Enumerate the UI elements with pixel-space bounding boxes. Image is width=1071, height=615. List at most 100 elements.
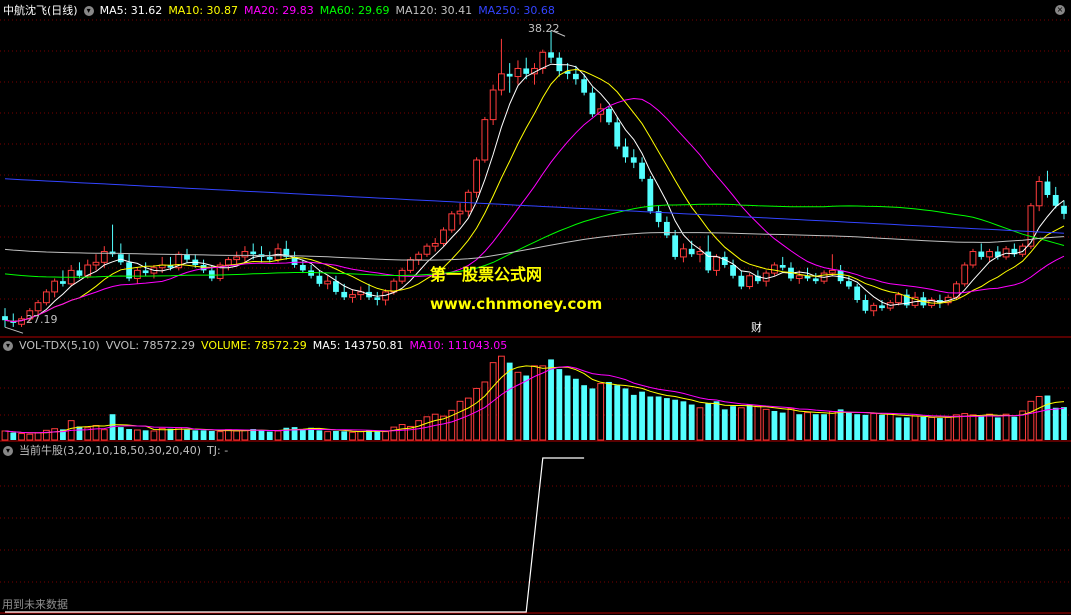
volume-bar xyxy=(928,416,936,441)
indicator-menu-icon[interactable]: ▾ xyxy=(3,446,13,456)
candle xyxy=(978,251,985,257)
volume-bar xyxy=(969,414,977,441)
volume-bar xyxy=(1027,400,1035,441)
vol-indicator-name[interactable]: VOL-TDX(5,10) xyxy=(19,339,100,352)
volume-menu-icon[interactable]: ▾ xyxy=(3,341,13,351)
volume-bar xyxy=(398,424,406,441)
candle xyxy=(241,251,249,258)
volume-bar xyxy=(556,369,563,440)
candle xyxy=(589,92,596,115)
candle xyxy=(854,286,861,300)
volume-bar xyxy=(382,431,389,441)
candle xyxy=(672,235,679,257)
volume-bar xyxy=(1002,413,1010,441)
volume-bar xyxy=(796,414,803,440)
price-panel-header: 中航沈飞(日线) ▾ MA5: 31.62 MA10: 30.87 MA20: 29.8… xyxy=(3,4,561,18)
volume-bar xyxy=(630,394,637,440)
indicator-panel-header: ▾ 当前牛股(3,20,10,18,50,30,20,40) TJ: - xyxy=(3,444,234,458)
volume-bar xyxy=(713,401,720,440)
volume-bar xyxy=(895,417,902,440)
candle xyxy=(1061,205,1067,214)
volume-bar xyxy=(539,365,547,441)
volume-bar xyxy=(961,413,969,441)
candle xyxy=(316,275,323,284)
candle xyxy=(51,280,59,293)
volume-bar xyxy=(886,413,894,441)
volume-bar xyxy=(920,416,927,440)
volume-bar xyxy=(821,414,827,440)
volume-bar xyxy=(1035,395,1043,441)
volume-bar xyxy=(224,429,232,441)
volume-bar xyxy=(804,412,811,441)
panel-menu-icon[interactable]: ▾ xyxy=(83,6,94,16)
stock-name[interactable]: 中航沈飞(日线) xyxy=(3,4,78,17)
candle xyxy=(117,254,124,263)
candle xyxy=(133,269,141,279)
candle xyxy=(514,67,522,78)
candle xyxy=(34,302,42,312)
candle xyxy=(845,281,852,287)
candle xyxy=(233,256,241,261)
ma5-label: MA5: 31.62 xyxy=(99,4,163,17)
volume-bar xyxy=(349,431,356,441)
volume-label: VOLUME: 78572.29 xyxy=(201,339,307,352)
candle xyxy=(349,294,356,298)
cai-marker[interactable]: 财 xyxy=(751,321,762,335)
candle xyxy=(431,242,439,247)
candle xyxy=(250,251,257,255)
volume-bar xyxy=(456,400,464,441)
volume-bar xyxy=(299,429,306,440)
volume-bar xyxy=(216,431,224,441)
candle xyxy=(341,291,348,298)
candle xyxy=(489,89,497,121)
candle xyxy=(1044,181,1051,195)
candle xyxy=(895,294,902,304)
volume-bar xyxy=(548,359,554,440)
vol-ma5-label: MA5: 143750.81 xyxy=(312,339,404,352)
vol-ma10-label: MA10: 111043.05 xyxy=(409,339,508,352)
candle xyxy=(440,229,447,244)
volume-bar xyxy=(117,427,124,440)
tj-line xyxy=(5,457,585,613)
candle xyxy=(879,305,885,309)
candle xyxy=(862,300,869,311)
volume-bar xyxy=(1061,407,1067,440)
volume-bar xyxy=(622,388,629,440)
candle xyxy=(2,316,8,321)
candle xyxy=(696,251,704,255)
volume-bar xyxy=(606,381,612,440)
volume-bar xyxy=(655,396,662,440)
ma10-label: MA10: 30.87 xyxy=(168,4,239,17)
volume-bar xyxy=(572,378,579,440)
volume-bar xyxy=(779,412,786,440)
volume-bar xyxy=(937,418,943,440)
candle xyxy=(680,248,687,258)
volume-bar xyxy=(233,430,241,441)
volume-bar xyxy=(341,431,348,440)
volume-panel-header: ▾ VOL-TDX(5,10) VVOL: 78572.29 VOLUME: 7857… xyxy=(3,339,513,353)
candle xyxy=(456,210,464,215)
candle xyxy=(762,272,770,282)
indicator-name[interactable]: 当前牛股(3,20,10,18,50,30,20,40) xyxy=(19,444,201,457)
candle xyxy=(382,291,389,301)
close-icon[interactable]: × xyxy=(1055,5,1065,15)
volume-bar xyxy=(639,391,645,440)
candle xyxy=(415,253,423,261)
candle xyxy=(308,270,315,276)
candle xyxy=(730,265,736,276)
candle xyxy=(523,68,530,74)
candle xyxy=(142,270,149,274)
volume-bar xyxy=(911,415,919,441)
candle xyxy=(688,248,695,255)
volume-bar xyxy=(34,432,42,441)
ma20-label: MA20: 29.83 xyxy=(244,4,314,17)
volume-bar xyxy=(523,375,530,440)
candle xyxy=(1052,195,1059,206)
volume-bar xyxy=(812,414,819,440)
volume-bar xyxy=(879,414,885,440)
volume-bar xyxy=(787,407,795,441)
low-price-label: 27.19 xyxy=(26,313,58,326)
candle xyxy=(423,245,431,255)
candle xyxy=(969,251,977,266)
candle xyxy=(581,79,588,93)
